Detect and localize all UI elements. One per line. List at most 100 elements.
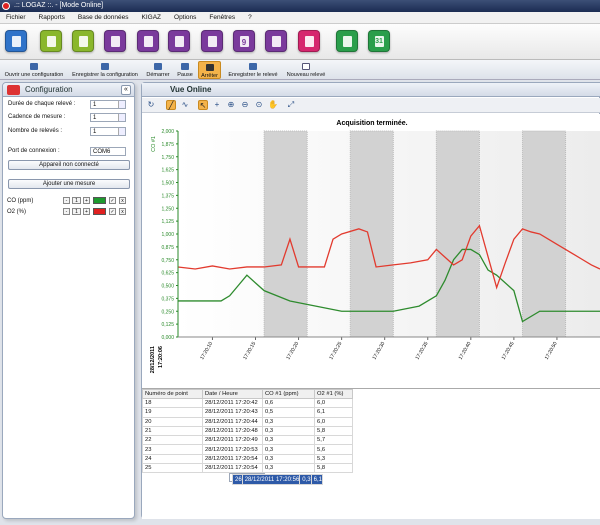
table-row[interactable]: 19 28/12/2011 17:20:43 0,5 6,1	[142, 407, 353, 418]
stop-button[interactable]: Arrêter	[198, 61, 221, 79]
color-swatch[interactable]	[93, 208, 106, 215]
start-button[interactable]: Démarrer	[146, 61, 170, 79]
calendar-icon[interactable]: 9	[233, 30, 255, 52]
shaded-band	[349, 130, 394, 338]
export-chart-icon[interactable]: ⤢	[286, 100, 296, 110]
calendar-export-icon[interactable]: 31	[368, 30, 390, 52]
y-tick-label: 1,000	[161, 232, 174, 238]
window-title: .:: LOGAZ ::. - [Mode Online]	[14, 2, 104, 9]
app-icon[interactable]	[2, 2, 10, 10]
table-row[interactable]: 26 28/12/2011 17:20:56 0,3 6,1	[229, 473, 323, 485]
increment-button[interactable]: +	[83, 208, 90, 215]
add-document-icon[interactable]	[72, 30, 94, 52]
visible-checkbox[interactable]: ✓	[109, 197, 116, 204]
stop-label: Arrêter	[201, 73, 218, 79]
table-cell: 5,8	[314, 463, 353, 474]
pointer-icon[interactable]: ↖	[198, 100, 208, 110]
table-row[interactable]: 18 28/12/2011 17:20:42 0,6 6,0	[142, 397, 353, 409]
configuration-icon	[7, 85, 20, 95]
export-excel-icon[interactable]	[336, 30, 358, 52]
main-icon-toolbar: 9 31	[0, 24, 600, 60]
table-cell: 28/12/2011 17:20:49	[202, 435, 263, 446]
decrement-button[interactable]: -	[63, 208, 70, 215]
crosshair-icon[interactable]: +	[212, 100, 222, 110]
zoom-out-icon[interactable]: ⊖	[240, 100, 250, 110]
bottle-icon[interactable]	[168, 30, 190, 52]
table-row[interactable]: 20 28/12/2011 17:20:44 0,3 6,0	[142, 416, 353, 427]
window-title-bar: .:: LOGAZ ::. - [Mode Online]	[0, 0, 600, 12]
table-row[interactable]: 23 28/12/2011 17:20:53 0,3 5,6	[142, 444, 353, 455]
remove-measure-button[interactable]: x	[119, 197, 126, 204]
table-row[interactable]: 21 28/12/2011 17:20:48 0,3 5,8	[142, 425, 353, 437]
table-row[interactable]: 25 28/12/2011 17:20:54 0,3 5,8	[142, 463, 353, 474]
column-header[interactable]: Date / Heure	[202, 389, 263, 399]
column-header[interactable]: Numéro de point	[142, 389, 203, 399]
new-document-icon	[302, 63, 310, 70]
remove-measure-button[interactable]: x	[119, 208, 126, 215]
column-header[interactable]: O2 #1 (%)	[314, 389, 353, 399]
notebook-icon[interactable]	[104, 30, 126, 52]
menu-kigaz[interactable]: KIGAZ	[142, 14, 162, 21]
line-chart-icon[interactable]: ╱	[166, 100, 176, 110]
menu-help[interactable]: ?	[248, 14, 252, 21]
table-row[interactable]: 22 28/12/2011 17:20:49 0,3 5,7	[142, 435, 353, 446]
y-tick-label: 1,125	[161, 219, 174, 225]
pan-hand-icon[interactable]: ✋	[268, 100, 278, 110]
y-tick-label: 0,750	[161, 258, 174, 264]
color-swatch[interactable]	[93, 197, 106, 204]
zoom-fit-icon[interactable]: ⊙	[254, 100, 264, 110]
tools-icon[interactable]	[201, 30, 223, 52]
menu-fichier[interactable]: Fichier	[6, 14, 26, 21]
monitor-icon[interactable]	[298, 30, 320, 52]
table-cell: 6,0	[314, 416, 353, 427]
refresh-icon[interactable]: ↻	[146, 100, 156, 110]
visible-checkbox[interactable]: ✓	[109, 208, 116, 215]
chart[interactable]: 0,000 0,125 0,250 0,375 0,500 0,625 0,750 0,875…	[142, 114, 600, 388]
save-config-button[interactable]: Enregistrer la configuration	[68, 61, 142, 79]
chart-title: Acquisition terminée.	[336, 120, 407, 127]
column-header[interactable]: CO #1 (ppm)	[262, 389, 315, 399]
settings-icon[interactable]	[265, 30, 287, 52]
table-cell: 0,3	[262, 444, 315, 455]
port-select[interactable]: COM6	[90, 147, 126, 156]
add-measure-button[interactable]: Ajouter une mesure	[8, 179, 130, 189]
menu-base-de-donnees[interactable]: Base de données	[78, 14, 129, 21]
menu-options[interactable]: Options	[174, 14, 196, 21]
online-view-header: Vue Online	[142, 83, 600, 97]
table-row[interactable]: 24 28/12/2011 17:20:54 0,3 5,3	[142, 453, 353, 465]
collapse-panel-button[interactable]: «	[121, 85, 131, 95]
measure-name: O2 (%)	[7, 209, 27, 215]
measure-row: O2 (%) - 1 + ✓ x	[7, 207, 131, 217]
zoom-in-icon[interactable]: ⊕	[226, 100, 236, 110]
user-icon[interactable]	[137, 30, 159, 52]
decrement-button[interactable]: -	[63, 197, 70, 204]
count-spinner[interactable]: 1	[90, 127, 126, 136]
y-tick-label: 0,875	[161, 245, 174, 251]
pause-label: Pause	[177, 72, 193, 78]
readings-table-container[interactable]: Numéro de point Date / Heure CO #1 (ppm) O2…	[142, 388, 600, 519]
table-cell: 22	[142, 435, 203, 446]
table-cell: 25	[142, 463, 203, 474]
online-view-panel: Vue Online ↻ ╱ ∿ ↖ + ⊕ ⊖ ⊙ ✋ ⤢ 0,000 0,12…	[141, 82, 600, 519]
configuration-title: Configuration	[25, 85, 73, 94]
pause-button[interactable]: Pause	[174, 61, 196, 79]
duration-spinner[interactable]: 1	[90, 100, 126, 109]
pause-icon	[181, 63, 189, 70]
new-reading-button[interactable]: Nouveau relevé	[284, 61, 328, 79]
y-tick-label: 1,750	[161, 155, 174, 161]
edit-document-icon[interactable]	[40, 30, 62, 52]
menu-fenetres[interactable]: Fenêtres	[209, 14, 235, 21]
home-icon[interactable]	[5, 30, 27, 52]
rate-label: Cadence de mesure :	[8, 114, 66, 120]
measure-row: CO (ppm) - 1 + ✓ x	[7, 196, 131, 206]
menu-rapports[interactable]: Rapports	[39, 14, 65, 21]
trend-icon[interactable]: ∿	[180, 100, 190, 110]
save-reading-button[interactable]: Enregistrer le relevé	[225, 61, 281, 79]
y-tick-label: 0,250	[161, 309, 174, 315]
rate-spinner[interactable]: 1	[90, 113, 126, 122]
device-status-button[interactable]: Appareil non connecté	[8, 160, 130, 170]
table-cell: 23	[142, 444, 203, 455]
increment-button[interactable]: +	[83, 197, 90, 204]
start-date-label: 28/12/2011	[150, 346, 156, 373]
open-config-button[interactable]: Ouvrir une configuration	[2, 61, 66, 79]
